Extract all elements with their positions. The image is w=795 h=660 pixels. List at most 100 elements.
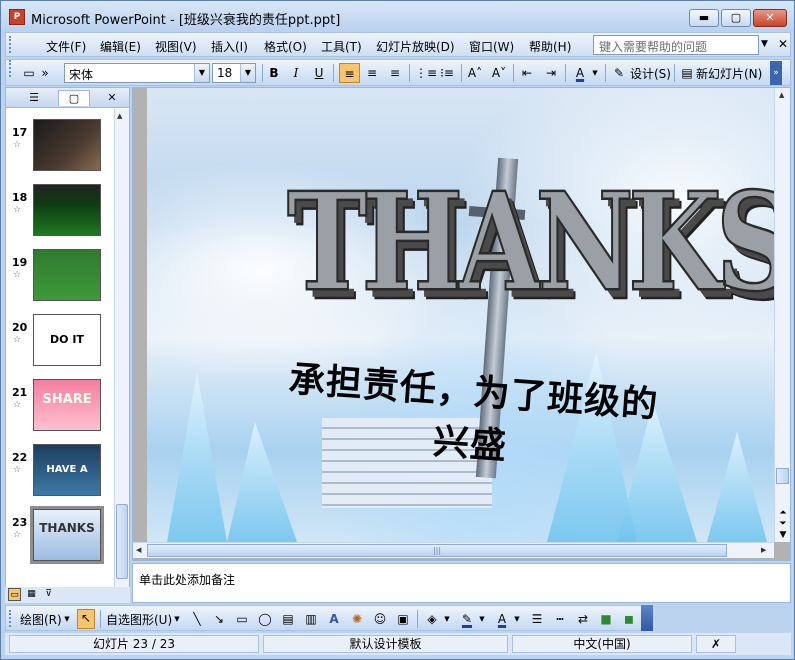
maximize-button[interactable]: ▢ — [721, 9, 751, 27]
slide-thumbnail-21[interactable]: 21 ☆ SHARE — [6, 374, 114, 440]
draw-menu-button[interactable]: 绘图(R) — [20, 611, 62, 628]
slide-preview[interactable]: HAVE A REST — [33, 444, 101, 496]
numbered-list-icon[interactable]: ⋮≡ — [415, 65, 437, 82]
italic-button[interactable]: I — [287, 65, 305, 82]
font-name-select[interactable]: 宋体 ▼ — [64, 63, 210, 83]
slides-pane-scrollbar[interactable]: ▲ ▼ — [114, 109, 129, 602]
menubar-grip[interactable] — [9, 36, 12, 53]
chevron-down-icon[interactable]: ▼ — [194, 64, 209, 82]
close-document-icon[interactable]: ✕ — [778, 37, 788, 51]
slide-thumbnail-18[interactable]: 18 ☆ — [6, 179, 114, 245]
increase-indent-icon[interactable]: ⇥ — [542, 65, 560, 82]
3d-style-icon[interactable]: ◼ — [620, 611, 638, 628]
oval-icon[interactable]: ◯ — [256, 611, 274, 628]
scrollbar-thumb[interactable] — [116, 504, 128, 579]
scroll-down-icon[interactable]: ▼ — [775, 530, 791, 541]
close-icon[interactable]: ✕ — [102, 90, 122, 106]
menu-format[interactable]: 格式(O) — [264, 38, 307, 55]
clipart-icon[interactable]: ☺ — [371, 611, 389, 628]
slide-sorter-view-icon[interactable]: ▦ — [25, 588, 38, 601]
toolbar-options-icon[interactable] — [641, 605, 653, 631]
slide-vertical-scrollbar[interactable]: ▲ ⏶ ⏷ ▼ — [774, 88, 790, 542]
slide-horizontal-scrollbar[interactable]: ◀ ||| ▶ — [133, 542, 774, 558]
dash-style-icon[interactable]: ┅ — [551, 611, 569, 628]
menu-file[interactable]: 文件(F) — [46, 38, 86, 55]
bold-button[interactable]: B — [265, 65, 283, 82]
menu-edit[interactable]: 编辑(E) — [100, 38, 141, 55]
slide-preview[interactable] — [33, 249, 101, 301]
design-button[interactable]: 设计(S) — [630, 65, 671, 82]
slideshow-view-icon[interactable]: ⊽ — [42, 588, 55, 601]
rectangle-icon[interactable]: ▭ — [233, 611, 251, 628]
shadow-style-icon[interactable]: ■ — [597, 611, 615, 628]
decrease-indent-icon[interactable]: ⇤ — [518, 65, 536, 82]
normal-view-icon[interactable]: ▭ — [8, 588, 21, 601]
slide-thumbnail-19[interactable]: 19 ☆ — [6, 244, 114, 310]
help-search-input[interactable]: 键入需要帮助的问题 — [593, 35, 759, 55]
scroll-up-icon[interactable]: ▲ — [117, 112, 122, 120]
diagram-icon[interactable]: ✺ — [348, 611, 366, 628]
chevron-down-icon[interactable]: ▼ — [512, 611, 522, 628]
menu-insert[interactable]: 插入(I) — [211, 38, 248, 55]
new-document-icon[interactable]: ▭ — [20, 65, 38, 82]
tab-outline[interactable]: ☰ — [18, 90, 50, 106]
notes-pane[interactable]: 单击此处添加备注 — [132, 563, 791, 603]
decrease-font-icon[interactable]: A˅ — [490, 65, 508, 82]
chevron-down-icon[interactable]: ▼ — [442, 611, 452, 628]
select-pointer-icon[interactable]: ↖ — [77, 609, 95, 629]
underline-button[interactable]: U — [310, 65, 328, 82]
textbox-icon[interactable]: ▤ — [279, 611, 297, 628]
toolbar-options-icon[interactable]: » — [40, 65, 50, 82]
chevron-down-icon[interactable]: ▼ — [172, 611, 182, 628]
spelling-check-icon[interactable]: ✗ — [696, 635, 736, 653]
fill-color-icon[interactable]: ◈ — [423, 611, 441, 628]
align-right-icon[interactable]: ≡ — [386, 65, 404, 82]
line-style-icon[interactable]: ☰ — [528, 611, 546, 628]
menu-view[interactable]: 视图(V) — [155, 38, 197, 55]
chevron-down-icon[interactable]: ▼ — [240, 64, 255, 82]
font-color-icon[interactable]: A — [493, 611, 511, 628]
toolbar-options-icon[interactable]: » — [770, 61, 782, 85]
scrollbar-thumb[interactable] — [776, 468, 789, 484]
new-slide-button[interactable]: 新幻灯片(N) — [696, 65, 762, 82]
next-slide-icon[interactable]: ⏷ — [775, 519, 791, 530]
align-left-icon[interactable]: ≡ — [339, 63, 360, 83]
menu-help[interactable]: 帮助(H) — [529, 38, 571, 55]
chevron-down-icon[interactable]: ▼ — [477, 611, 487, 628]
minimize-button[interactable]: ▬ — [689, 9, 719, 27]
scroll-right-icon[interactable]: ▶ — [761, 546, 766, 554]
autoshapes-button[interactable]: 自选图形(U) — [106, 611, 172, 628]
scrollbar-thumb[interactable]: ||| — [147, 544, 727, 557]
menu-slideshow[interactable]: 幻灯片放映(D) — [376, 38, 455, 55]
slide-thumbnail-17[interactable]: 17 ☆ — [6, 114, 114, 180]
slide-preview[interactable] — [33, 184, 101, 236]
scroll-up-icon[interactable]: ▲ — [779, 91, 784, 99]
chevron-down-icon[interactable]: ▼ — [62, 611, 72, 628]
chevron-down-icon[interactable]: ▼ — [761, 39, 768, 49]
slide-thumbnail-23[interactable]: 23 ☆ THANKS — [6, 504, 114, 570]
line-icon[interactable]: ╲ — [188, 611, 206, 628]
slide-preview[interactable] — [33, 119, 101, 171]
align-center-icon[interactable]: ≡ — [363, 65, 381, 82]
arrow-icon[interactable]: ↘ — [210, 611, 228, 628]
bullet-list-icon[interactable]: ⁝≡ — [438, 65, 456, 82]
line-color-icon[interactable]: ✎ — [458, 611, 476, 628]
toolbar-grip[interactable] — [9, 60, 12, 77]
slide-preview[interactable]: THANKS — [33, 509, 101, 561]
toolbar-grip[interactable] — [9, 610, 12, 627]
wordart-icon[interactable]: A — [325, 611, 343, 628]
previous-slide-icon[interactable]: ⏶ — [775, 508, 791, 519]
slide-thumbnail-20[interactable]: 20 ☆ DO IT NOW — [6, 309, 114, 375]
slide-thumbnail-22[interactable]: 22 ☆ HAVE A REST — [6, 439, 114, 505]
arrow-style-icon[interactable]: ⇄ — [574, 611, 592, 628]
font-size-select[interactable]: 18 ▼ — [212, 63, 256, 83]
slide-preview[interactable]: DO IT NOW — [33, 314, 101, 366]
picture-icon[interactable]: ▣ — [394, 611, 412, 628]
font-color-icon[interactable]: A — [571, 65, 589, 82]
scroll-left-icon[interactable]: ◀ — [136, 546, 141, 554]
menu-window[interactable]: 窗口(W) — [469, 38, 514, 55]
slide-title[interactable]: THANKS — [286, 163, 774, 323]
slide-canvas[interactable]: THANKS 承担责任，为了班级的兴盛 — [147, 88, 774, 542]
menu-tools[interactable]: 工具(T) — [321, 38, 362, 55]
vertical-textbox-icon[interactable]: ▥ — [302, 611, 320, 628]
